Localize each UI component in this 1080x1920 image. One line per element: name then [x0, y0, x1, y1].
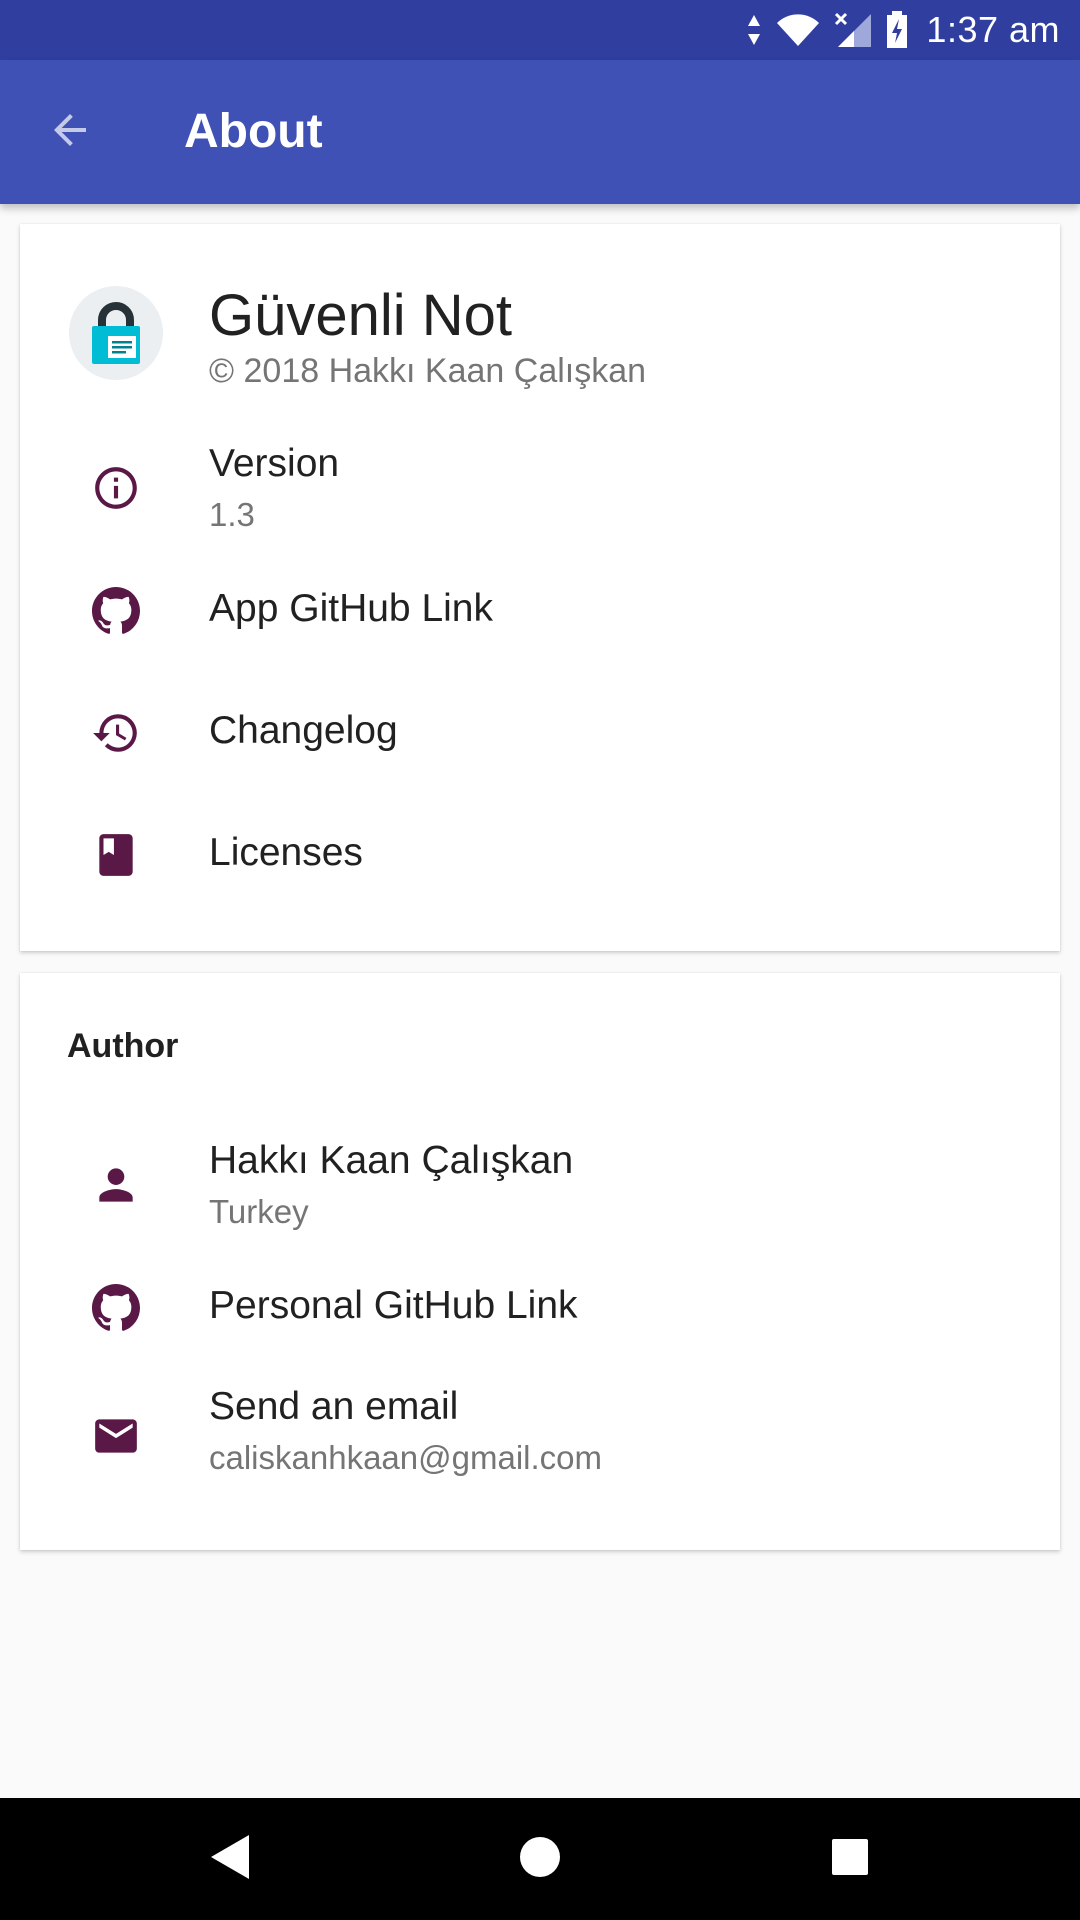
recents-square-icon	[830, 1837, 870, 1882]
personal-github-link-title: Personal GitHub Link	[209, 1284, 578, 1327]
changelog-item[interactable]: Changelog	[20, 672, 1060, 794]
version-item[interactable]: Version 1.3	[20, 426, 1060, 550]
app-copyright: © 2018 Hakkı Kaan Çalışkan	[209, 352, 647, 390]
battery-charging-icon	[886, 11, 908, 49]
data-arrows-icon	[746, 13, 762, 47]
system-navigation-bar	[0, 1798, 1080, 1920]
licenses-title: Licenses	[209, 831, 363, 874]
author-section-header: Author	[67, 1027, 179, 1065]
version-title: Version	[209, 442, 340, 485]
nav-back-button[interactable]	[180, 1809, 280, 1909]
author-name-item[interactable]: Hakkı Kaan Çalışkan Turkey	[20, 1123, 1060, 1247]
version-value: 1.3	[209, 496, 255, 533]
arrow-back-icon	[46, 106, 94, 159]
status-bar: 1:37 am	[0, 0, 1080, 60]
author-card: Author Hakkı Kaan Çalışkan Turkey Person…	[20, 973, 1060, 1550]
book-icon	[89, 828, 143, 882]
author-email: caliskanhkaan@gmail.com	[209, 1439, 603, 1476]
app-github-link-title: App GitHub Link	[209, 587, 493, 630]
lock-note-app-icon	[69, 286, 163, 380]
personal-github-link-item[interactable]: Personal GitHub Link	[20, 1247, 1060, 1369]
home-circle-icon	[518, 1835, 562, 1884]
changelog-title: Changelog	[209, 709, 398, 752]
github-icon	[89, 584, 143, 638]
email-icon	[89, 1409, 143, 1463]
history-icon	[89, 706, 143, 760]
app-bar: About	[0, 60, 1080, 204]
author-name: Hakkı Kaan Çalışkan	[209, 1139, 574, 1182]
person-icon	[89, 1158, 143, 1212]
back-triangle-icon	[207, 1832, 253, 1887]
info-icon	[89, 461, 143, 515]
page-title: About	[184, 105, 323, 158]
author-country: Turkey	[209, 1193, 309, 1230]
signal-off-icon	[834, 12, 872, 48]
app-github-link-item[interactable]: App GitHub Link	[20, 550, 1060, 672]
wifi-icon	[776, 13, 820, 47]
send-email-item[interactable]: Send an email caliskanhkaan@gmail.com	[20, 1369, 1060, 1503]
status-icons	[746, 11, 908, 49]
status-time: 1:37 am	[926, 9, 1060, 50]
nav-recents-button[interactable]	[800, 1809, 900, 1909]
app-info-card: Güvenli Not © 2018 Hakkı Kaan Çalışkan V…	[20, 224, 1060, 951]
github-icon	[89, 1281, 143, 1335]
licenses-item[interactable]: Licenses	[20, 794, 1060, 916]
app-name: Güvenli Not	[209, 283, 513, 348]
nav-home-button[interactable]	[490, 1809, 590, 1909]
back-button[interactable]	[34, 96, 106, 168]
send-email-title: Send an email	[209, 1385, 459, 1428]
app-header: Güvenli Not © 2018 Hakkı Kaan Çalışkan	[20, 224, 1060, 414]
